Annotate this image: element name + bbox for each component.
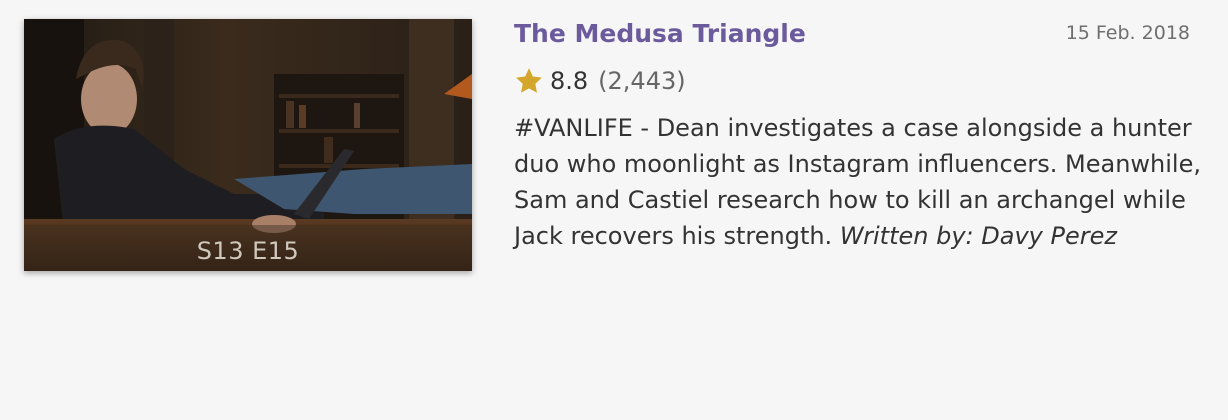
- episode-card: S13 E15 The Medusa Triangle 15 Feb. 2018…: [0, 0, 1228, 420]
- episode-thumbnail[interactable]: S13 E15: [24, 19, 472, 271]
- episode-title[interactable]: The Medusa Triangle: [514, 19, 806, 48]
- rating-value: 8.8: [550, 67, 589, 95]
- episode-description: #VANLIFE - Dean investigates a case alon…: [514, 110, 1206, 254]
- star-icon: [516, 68, 542, 93]
- writer-name: Davy Perez: [981, 222, 1117, 250]
- air-date: 15 Feb. 2018: [1065, 22, 1190, 44]
- episode-code: S13 E15: [196, 237, 300, 265]
- rating-row: 8.8 (2,443): [514, 64, 686, 98]
- writer-label: Written by:: [839, 222, 974, 250]
- rating-count: (2,443): [598, 67, 686, 95]
